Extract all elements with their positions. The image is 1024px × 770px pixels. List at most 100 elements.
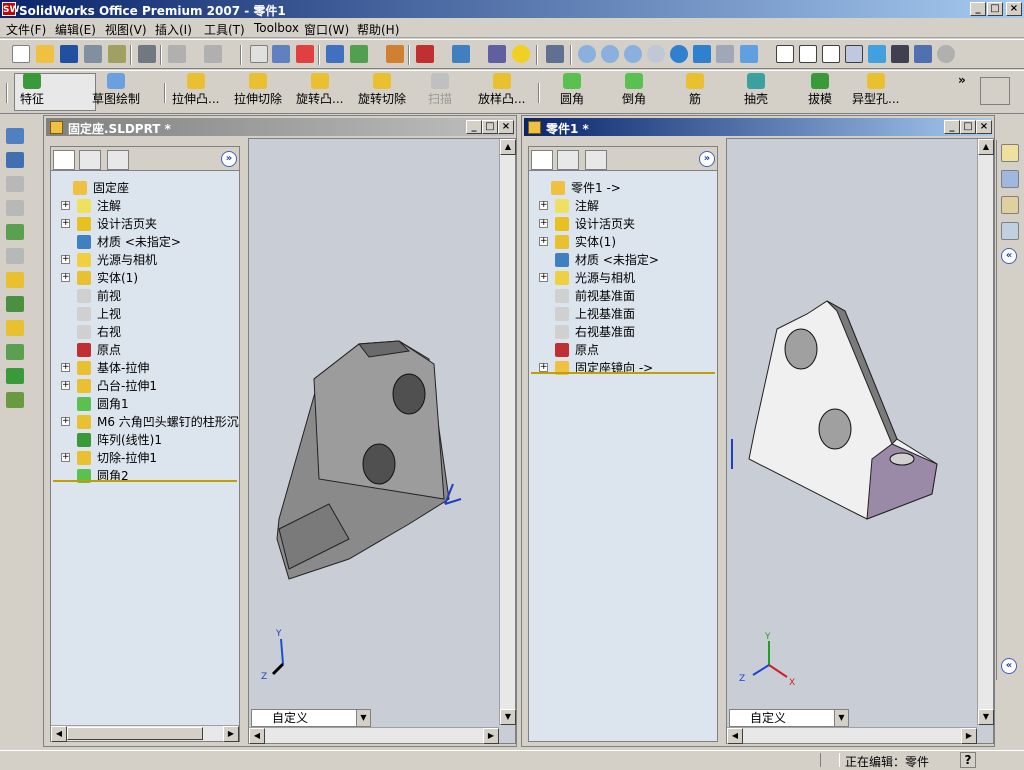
- expand-toggle-icon[interactable]: +: [539, 237, 548, 246]
- feature-button-2[interactable]: 拉伸凸...: [172, 73, 219, 109]
- feature-button-0[interactable]: 特征: [20, 73, 44, 109]
- feature-button-11[interactable]: 抽壳: [744, 73, 768, 109]
- zoom-selection-icon[interactable]: [647, 45, 665, 63]
- tree-scrollbar[interactable]: ◀ ▶: [51, 725, 239, 742]
- expand-toggle-icon[interactable]: +: [61, 201, 70, 210]
- viewport-horizontal-scrollbar[interactable]: ◀ ▶: [249, 727, 499, 744]
- feature-button-4[interactable]: 旋转凸...: [296, 73, 343, 109]
- reference-icon[interactable]: [488, 45, 506, 63]
- menu-help[interactable]: 帮助(H): [357, 21, 399, 38]
- scroll-up-button[interactable]: ▲: [978, 139, 994, 155]
- shaded-icon[interactable]: [868, 45, 886, 63]
- disabled-tool-icon[interactable]: [6, 200, 24, 216]
- mirrored-part-model-3d[interactable]: Y X Z: [727, 139, 977, 729]
- menu-view[interactable]: 视图(V): [105, 21, 147, 38]
- expand-toggle-icon[interactable]: +: [61, 255, 70, 264]
- toolbar-extra-button[interactable]: [980, 77, 1010, 105]
- move-icon[interactable]: [386, 45, 404, 63]
- undo-icon[interactable]: [168, 45, 186, 63]
- shadows-icon[interactable]: [891, 45, 909, 63]
- doc-close-button[interactable]: ×: [976, 120, 992, 134]
- maximize-button[interactable]: □: [987, 2, 1003, 16]
- zoom-area-icon[interactable]: [601, 45, 619, 63]
- scroll-left-button[interactable]: ◀: [51, 726, 67, 742]
- feature-tree-tab[interactable]: [531, 150, 553, 170]
- feature-button-13[interactable]: 异型孔...: [852, 73, 899, 109]
- section-view-icon[interactable]: [914, 45, 932, 63]
- collapse-left-icon[interactable]: «: [1001, 248, 1017, 264]
- print-preview-icon[interactable]: [84, 45, 102, 63]
- grid-icon[interactable]: [326, 45, 344, 63]
- expand-toggle-icon[interactable]: +: [61, 417, 70, 426]
- expand-toggle-icon[interactable]: +: [539, 201, 548, 210]
- feature-button-12[interactable]: 拔模: [808, 73, 832, 109]
- rollback-bar[interactable]: [531, 372, 715, 374]
- standard-views-icon[interactable]: [740, 45, 758, 63]
- part-model-3d[interactable]: Y Z: [249, 139, 499, 729]
- select-filter-icon[interactable]: [272, 45, 290, 63]
- menu-window[interactable]: 窗口(W): [304, 21, 349, 38]
- doc-minimize-button[interactable]: _: [944, 120, 960, 134]
- rotate-icon[interactable]: [670, 45, 688, 63]
- rebuild-icon[interactable]: [296, 45, 314, 63]
- 3d-sketch-icon[interactable]: [416, 45, 434, 63]
- menu-insert[interactable]: 插入(I): [155, 21, 192, 38]
- chevron-down-icon[interactable]: ▼: [356, 710, 370, 726]
- roll-icon[interactable]: [716, 45, 734, 63]
- help-icon[interactable]: [512, 45, 530, 63]
- scroll-down-button[interactable]: ▼: [978, 709, 994, 725]
- property-manager-tab[interactable]: [79, 150, 101, 170]
- feature-button-9[interactable]: 倒角: [622, 73, 646, 109]
- expand-panel-icon[interactable]: »: [699, 151, 715, 167]
- home-icon[interactable]: [1001, 144, 1019, 162]
- scroll-up-button[interactable]: ▲: [500, 139, 516, 155]
- property-manager-tab[interactable]: [557, 150, 579, 170]
- view-orientation-select[interactable]: 自定义 ▼: [729, 709, 849, 727]
- hidden-lines-removed-icon[interactable]: [822, 45, 840, 63]
- expand-toggle-icon[interactable]: +: [61, 219, 70, 228]
- menu-toolbox[interactable]: Toolbox: [254, 21, 299, 35]
- hidden-lines-visible-icon[interactable]: [799, 45, 817, 63]
- view-palette-icon[interactable]: [1001, 222, 1019, 240]
- expand-toggle-icon[interactable]: +: [539, 363, 548, 372]
- zoom-fit-icon[interactable]: [578, 45, 596, 63]
- configuration-manager-tab[interactable]: [585, 150, 607, 170]
- feature-button-8[interactable]: 圆角: [560, 73, 584, 109]
- redo-icon[interactable]: [204, 45, 222, 63]
- status-help-icon[interactable]: ?: [960, 752, 976, 768]
- extrude-tool-icon[interactable]: [6, 224, 24, 240]
- expand-toggle-icon[interactable]: +: [61, 273, 70, 282]
- doc-maximize-button[interactable]: □: [482, 120, 498, 134]
- expand-panel-icon[interactable]: »: [221, 151, 237, 167]
- graphics-viewport[interactable]: Y X Z 自定义 ▼ ▲ ▼ ◀ ▶: [726, 138, 994, 744]
- realview-icon[interactable]: [937, 45, 955, 63]
- feature-button-6[interactable]: 扫描: [428, 73, 452, 109]
- display-icon[interactable]: [350, 45, 368, 63]
- scroll-thumb[interactable]: [67, 727, 203, 740]
- shell-tool-icon[interactable]: [6, 368, 24, 384]
- close-button[interactable]: ×: [1006, 2, 1022, 16]
- doc-maximize-button[interactable]: □: [960, 120, 976, 134]
- reference-tool-icon[interactable]: [6, 392, 24, 408]
- expand-toggle-icon[interactable]: +: [539, 273, 548, 282]
- configuration-manager-tab[interactable]: [107, 150, 129, 170]
- expand-toggle-icon[interactable]: +: [539, 219, 548, 228]
- open-folder-icon[interactable]: [36, 45, 54, 63]
- wireframe-icon[interactable]: [776, 45, 794, 63]
- expand-toggle-icon[interactable]: +: [61, 453, 70, 462]
- viewport-vertical-scrollbar[interactable]: ▲ ▼: [977, 139, 994, 725]
- scroll-right-button[interactable]: ▶: [961, 728, 977, 744]
- menu-file[interactable]: 文件(F): [6, 21, 46, 38]
- scroll-right-button[interactable]: ▶: [223, 726, 239, 742]
- viewport-horizontal-scrollbar[interactable]: ◀ ▶: [727, 727, 977, 744]
- toolbar-overflow-icon[interactable]: »: [958, 73, 966, 87]
- file-explorer-icon[interactable]: [1001, 196, 1019, 214]
- expand-toggle-icon[interactable]: +: [61, 363, 70, 372]
- viewport-vertical-scrollbar[interactable]: ▲ ▼: [499, 139, 516, 725]
- shaded-edges-icon[interactable]: [845, 45, 863, 63]
- menu-tools[interactable]: 工具(T): [204, 21, 245, 38]
- scroll-right-button[interactable]: ▶: [483, 728, 499, 744]
- zoom-in-out-icon[interactable]: [624, 45, 642, 63]
- menu-edit[interactable]: 编辑(E): [55, 21, 96, 38]
- pan-icon[interactable]: [693, 45, 711, 63]
